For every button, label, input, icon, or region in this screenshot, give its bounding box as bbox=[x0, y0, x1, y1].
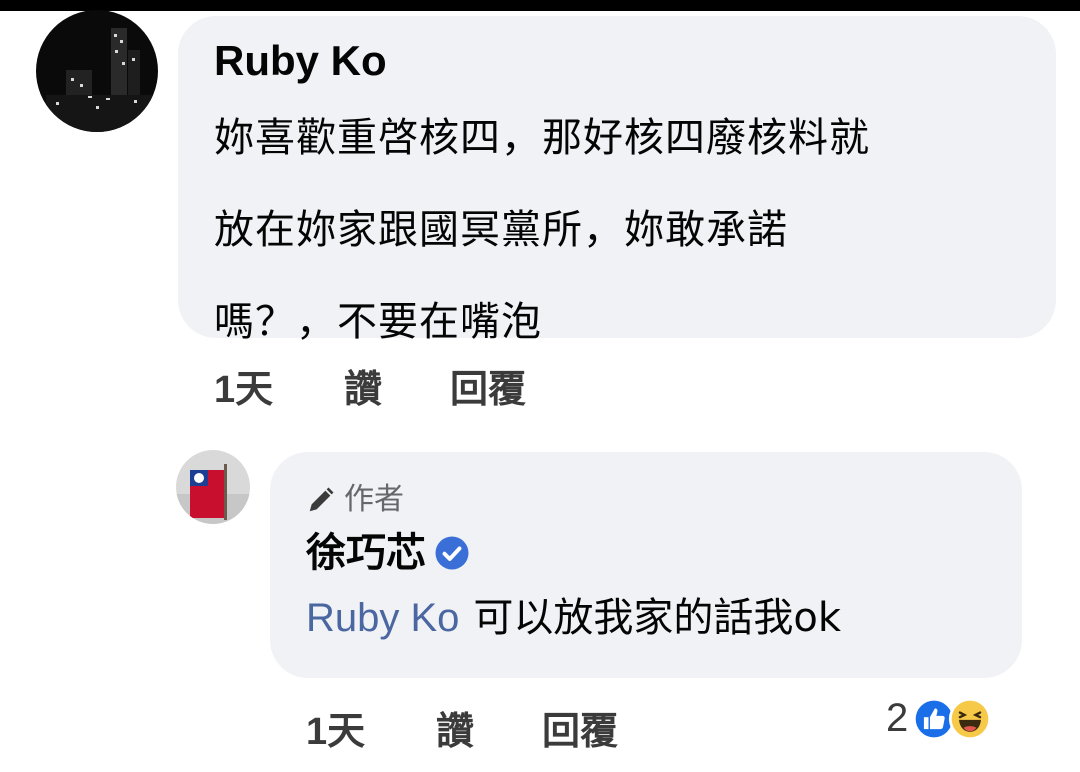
comment-timestamp[interactable]: 1天 bbox=[214, 358, 344, 413]
reaction-count: 2 bbox=[886, 696, 909, 740]
mention-link[interactable]: Ruby Ko bbox=[306, 596, 459, 640]
xu-qiaoxin-avatar[interactable] bbox=[176, 450, 250, 524]
reply-actions: 1天 讚 回覆 bbox=[306, 700, 618, 755]
reply-timestamp[interactable]: 1天 bbox=[306, 700, 436, 755]
reply-text: Ruby Ko 可以放我家的話我ok bbox=[306, 588, 992, 648]
reply-reply-button[interactable]: 回覆 bbox=[542, 700, 618, 755]
reply-button[interactable]: 回覆 bbox=[450, 358, 526, 413]
pencil-icon bbox=[309, 487, 334, 512]
reply-body: 可以放我家的話我ok bbox=[473, 595, 842, 641]
like-button[interactable]: 讚 bbox=[344, 358, 450, 413]
top-edge-bar bbox=[0, 0, 1080, 11]
reaction-summary[interactable]: 2 bbox=[886, 696, 992, 741]
ruby-ko-avatar[interactable] bbox=[36, 10, 158, 132]
comment-author-name[interactable]: Ruby Ko bbox=[214, 36, 1024, 86]
author-badge: 作者 bbox=[306, 480, 992, 520]
reply-bubble: 作者 徐巧芯 Ruby Ko 可以放我家的話我ok bbox=[270, 452, 1022, 678]
reply-like-button[interactable]: 讚 bbox=[436, 700, 542, 755]
verified-badge-icon bbox=[435, 536, 469, 570]
reply-author-name[interactable]: 徐巧芯 bbox=[306, 528, 426, 578]
author-badge-label: 作者 bbox=[344, 482, 404, 517]
comment-bubble: Ruby Ko 妳喜歡重啓核四，那好核四廢核料就 放在妳家跟國冥黨所，妳敢承諾 … bbox=[178, 16, 1056, 345]
haha-reaction-icon bbox=[949, 697, 992, 740]
comment-actions: 1天 讚 回覆 bbox=[214, 358, 526, 413]
comment-text: 妳喜歡重啓核四，那好核四廢核料就 放在妳家跟國冥黨所，妳敢承諾 嗎？，不要在嘴泡 bbox=[214, 115, 870, 345]
